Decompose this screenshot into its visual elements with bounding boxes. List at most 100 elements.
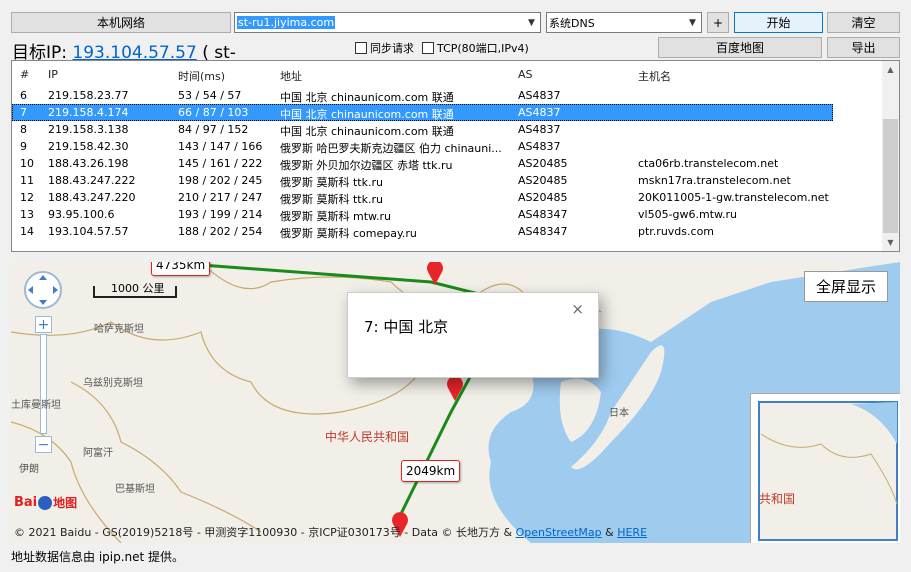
column-header[interactable]: AS (518, 68, 533, 81)
table-cell: 198 / 202 / 245 (178, 174, 263, 187)
table-cell: AS4837 (518, 140, 561, 153)
table-cell: 188.43.247.220 (48, 191, 136, 204)
table-row[interactable]: 13 93.95.100.6 193 / 199 / 214 俄罗斯 莫斯科 mtw.… (12, 206, 833, 223)
dns-select-value: 系统DNS (549, 16, 595, 30)
table-cell: 俄罗斯 莫斯科 ttk.ru (280, 176, 383, 189)
fullscreen-button[interactable]: 全屏显示 (804, 271, 888, 302)
table-row[interactable]: 8 219.158.3.138 84 / 97 / 152 中国 北京 chinaun… (12, 121, 833, 138)
table-row[interactable]: 12 188.43.247.220 210 / 217 / 247 俄罗斯 莫斯科 t… (12, 189, 833, 206)
column-header[interactable]: # (20, 68, 29, 81)
table-cell: 14 (20, 225, 34, 238)
table-header: # IP 时间(ms) 地址 AS 主机名 (12, 61, 883, 87)
table-cell: AS4837 (518, 123, 561, 136)
table-cell: 8 (20, 123, 27, 136)
distance-label-top: 4735km (151, 262, 211, 276)
table-cell: 11 (20, 174, 34, 187)
zoom-in-button[interactable]: + (35, 316, 52, 333)
overview-map[interactable]: 共和国 (750, 393, 900, 543)
export-button[interactable]: 导出 (827, 37, 900, 58)
zoom-out-button[interactable]: − (35, 436, 52, 453)
table-cell: 中国 北京 chinaunicom.com 联通 (280, 108, 454, 121)
table-row[interactable]: 9 219.158.42.30 143 / 147 / 166 俄罗斯 哈巴罗夫斯克边… (12, 138, 833, 155)
table-row[interactable]: 14 193.104.57.57 188 / 202 / 254 俄罗斯 莫斯科 co… (12, 223, 833, 240)
table-cell: 俄罗斯 外贝加尔边疆区 赤塔 ttk.ru (280, 159, 453, 172)
tcp-mode-label: TCP(80端口,IPv4) (437, 42, 529, 55)
table-cell: 53 / 54 / 57 (178, 89, 242, 102)
clear-button[interactable]: 清空 (827, 12, 900, 33)
table-row[interactable]: 6 219.158.23.77 53 / 54 / 57 中国 北京 chinauni… (12, 87, 833, 104)
table-cell: AS48347 (518, 208, 568, 221)
chevron-down-icon[interactable]: ▼ (684, 13, 701, 32)
map-copyright: © 2021 Baidu - GS(2019)5218号 - 甲测资字11009… (14, 524, 647, 540)
table-row[interactable]: 10 188.43.26.198 145 / 161 / 222 俄罗斯 外贝加尔边疆… (12, 155, 833, 172)
table-cell: 219.158.42.30 (48, 140, 129, 153)
map-view[interactable]: 4735km 2049km + − 1000 公里 哈萨克斯坦 乌兹别克斯坦 土库曼… (11, 262, 900, 543)
overview-canvas (758, 401, 898, 541)
table-cell: cta06rb.transtelecom.net (638, 157, 779, 170)
baidu-logo-text: Bai (14, 495, 38, 510)
table-row[interactable]: 7 219.158.4.174 66 / 87 / 103 中国 北京 chinaun… (12, 104, 833, 121)
column-header[interactable]: 地址 (280, 68, 302, 84)
pan-control-icon[interactable] (23, 270, 63, 310)
map-place-label: 巴基斯坦 (115, 484, 155, 495)
table-cell: 145 / 161 / 222 (178, 157, 263, 170)
here-link[interactable]: HERE (617, 526, 647, 539)
table-cell: AS20485 (518, 174, 568, 187)
table-cell: vl505-gw6.mtw.ru (638, 208, 738, 221)
local-network-button[interactable]: 本机网络 (11, 12, 231, 33)
start-button[interactable]: 开始 (734, 12, 823, 33)
table-cell: 219.158.4.174 (48, 106, 129, 119)
target-host-value: st-ru1.jiyima.com (237, 16, 336, 29)
distance-label-bottom: 2049km (401, 460, 461, 482)
openstreetmap-link[interactable]: OpenStreetMap (516, 526, 602, 539)
map-place-label: 伊朗 (19, 464, 39, 475)
table-cell: 66 / 87 / 103 (178, 106, 249, 119)
tcp-mode-checkbox[interactable]: TCP(80端口,IPv4) (422, 40, 529, 56)
table-cell: 143 / 147 / 166 (178, 140, 263, 153)
column-header[interactable]: 时间(ms) (178, 68, 225, 84)
table-cell: 188 / 202 / 254 (178, 225, 263, 238)
table-cell: 6 (20, 89, 27, 102)
table-cell: AS48347 (518, 225, 568, 238)
checkbox-icon[interactable] (355, 42, 367, 54)
trace-table[interactable]: # IP 时间(ms) 地址 AS 主机名 6 219.158.23.77 53 / 54 /… (11, 60, 900, 252)
vertical-scrollbar[interactable]: ▲ ▼ (882, 61, 899, 251)
scroll-up-icon[interactable]: ▲ (882, 61, 899, 78)
table-cell: 219.158.23.77 (48, 89, 129, 102)
table-cell: 193 / 199 / 214 (178, 208, 263, 221)
column-header[interactable]: 主机名 (638, 68, 671, 84)
sync-request-checkbox[interactable]: 同步请求 (355, 40, 414, 56)
location-popup: 7: 中国 北京 × (347, 292, 599, 378)
map-marker-icon[interactable] (445, 376, 465, 402)
scroll-down-icon[interactable]: ▼ (882, 234, 899, 251)
checkbox-icon[interactable] (422, 42, 434, 54)
table-cell: 俄罗斯 莫斯科 comepay.ru (280, 227, 417, 240)
scale-bar: 1000 公里 (93, 282, 177, 298)
column-header[interactable]: IP (48, 68, 58, 81)
dns-select[interactable]: 系统DNS ▼ (546, 12, 702, 33)
table-cell: 7 (20, 106, 27, 119)
close-icon[interactable]: × (571, 300, 584, 318)
table-cell: 13 (20, 208, 34, 221)
map-marker-icon[interactable] (425, 262, 445, 286)
table-cell: AS4837 (518, 106, 561, 119)
table-cell: 188.43.247.222 (48, 174, 136, 187)
table-cell: 219.158.3.138 (48, 123, 129, 136)
map-place-label: 日本 (609, 408, 629, 419)
chevron-down-icon[interactable]: ▼ (523, 13, 540, 32)
map-place-label: 土库曼斯坦 (11, 400, 61, 411)
table-cell: mskn17ra.transtelecom.net (638, 174, 791, 187)
target-host-combo[interactable]: st-ru1.jiyima.com ▼ (234, 12, 541, 33)
add-button[interactable]: + (707, 12, 729, 33)
map-place-label: 哈萨克斯坦 (94, 324, 144, 335)
scrollbar-thumb[interactable] (883, 119, 898, 233)
table-cell: 84 / 97 / 152 (178, 123, 249, 136)
table-cell: AS4837 (518, 89, 561, 102)
table-cell: 93.95.100.6 (48, 208, 115, 221)
table-row[interactable]: 11 188.43.247.222 198 / 202 / 245 俄罗斯 莫斯科 t… (12, 172, 833, 189)
zoom-slider[interactable] (40, 334, 47, 434)
baidu-logo: Bai 地图 (14, 494, 77, 511)
table-cell: 20K011005-1-gw.transtelecom.net (638, 191, 829, 204)
table-cell: 10 (20, 157, 34, 170)
baidu-map-button[interactable]: 百度地图 (658, 37, 822, 58)
